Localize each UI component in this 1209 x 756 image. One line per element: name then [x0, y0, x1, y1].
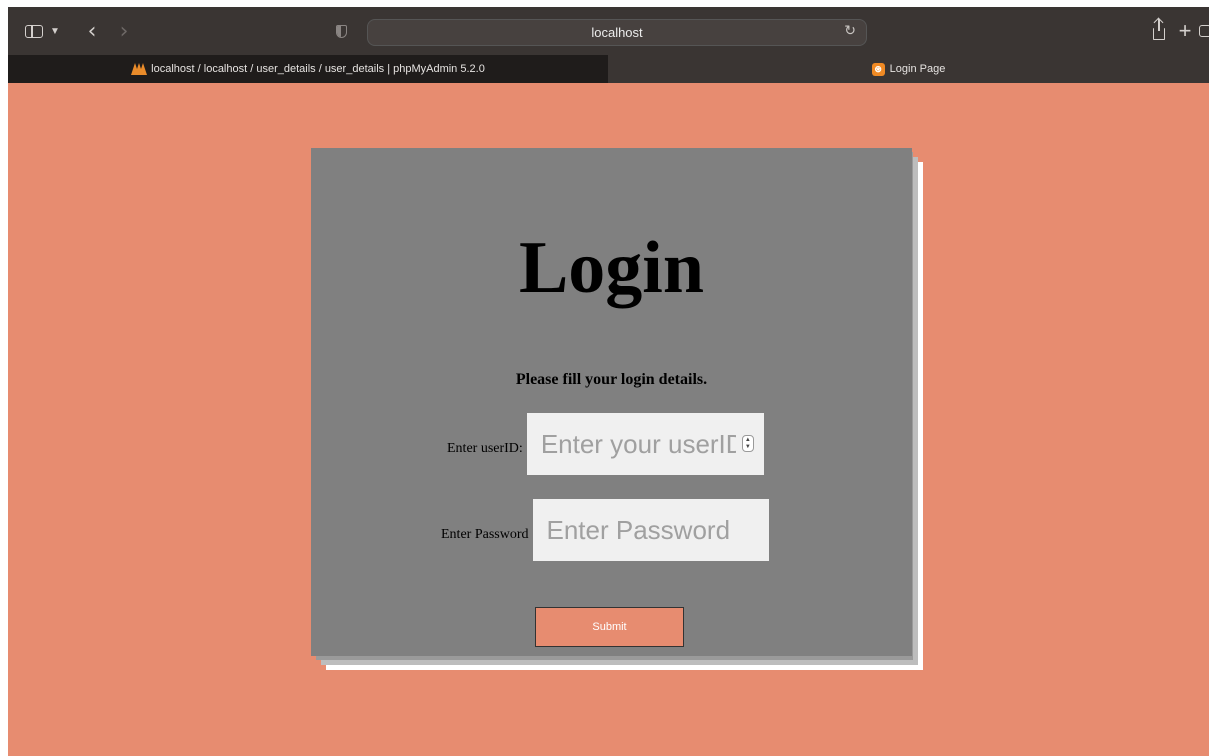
xampp-icon: ⊛: [871, 62, 885, 76]
password-input[interactable]: [532, 499, 769, 561]
userid-label: Enter userID:: [447, 441, 523, 456]
address-text: localhost: [591, 25, 643, 40]
browser-window: ▼ ‹ › localhost ↻ + localhost / localhos…: [8, 7, 1209, 756]
forward-icon[interactable]: ›: [116, 19, 132, 44]
number-stepper-icon[interactable]: ▲ ▼: [741, 435, 754, 452]
tab-strip: localhost / localhost / user_details / u…: [8, 55, 1209, 83]
userid-input[interactable]: [526, 413, 764, 475]
reload-icon[interactable]: ↻: [844, 23, 856, 39]
userid-input-wrap: ▲▼: [526, 413, 764, 475]
page-content: Login Please fill your login details. En…: [8, 83, 1209, 756]
tab-phpmyadmin[interactable]: localhost / localhost / user_details / u…: [8, 55, 608, 83]
shield-icon[interactable]: [333, 21, 349, 41]
password-label: Enter Password: [441, 527, 529, 542]
sidebar-icon[interactable]: [24, 21, 44, 41]
tab-login-page[interactable]: ⊛ Login Page: [608, 55, 1209, 83]
browser-toolbar: ▼ ‹ › localhost ↻ +: [8, 7, 1209, 55]
back-icon[interactable]: ‹: [84, 19, 100, 44]
userid-row: Enter userID: ▲▼: [447, 413, 764, 475]
page-title: Login: [518, 227, 705, 309]
submit-button[interactable]: Submit: [535, 607, 684, 647]
password-row: Enter Password: [441, 499, 769, 561]
login-card: Login Please fill your login details. En…: [311, 148, 912, 656]
tab-label: localhost / localhost / user_details / u…: [151, 62, 485, 75]
tab-overview-icon[interactable]: [1198, 21, 1209, 41]
tab-label: Login Page: [889, 63, 946, 75]
plus-icon[interactable]: +: [1177, 18, 1193, 43]
login-subtitle: Please fill your login details.: [515, 371, 708, 388]
chevron-down-icon[interactable]: ▼: [48, 21, 62, 41]
share-icon[interactable]: [1151, 18, 1167, 41]
phpmyadmin-icon: [131, 62, 148, 75]
address-bar[interactable]: localhost ↻: [367, 19, 867, 46]
